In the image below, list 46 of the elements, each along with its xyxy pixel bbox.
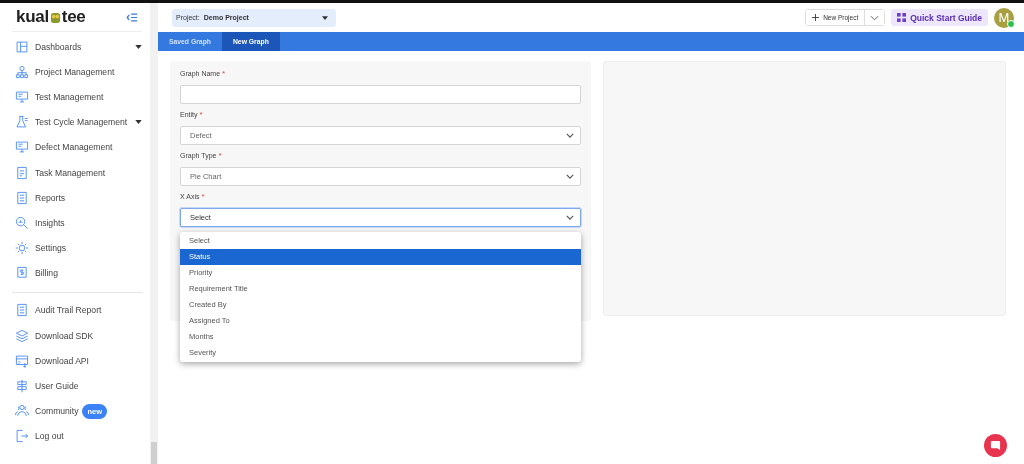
sidebar-item[interactable]: Log out (12, 423, 142, 449)
sidebar-item[interactable]: Test Management (12, 84, 142, 110)
sidebar-item[interactable]: Dashboards (12, 34, 142, 60)
caret-icon (322, 15, 328, 20)
dropdown-button[interactable] (864, 10, 885, 25)
sidebar-item[interactable]: Audit Trail Report (12, 297, 142, 324)
sidebar-item[interactable]: Download API (12, 348, 142, 374)
menu-icon (15, 64, 29, 79)
scrollbar-thumb[interactable] (151, 442, 157, 464)
menu-icon (15, 266, 29, 281)
menu-icon (15, 115, 29, 130)
sidebar-item[interactable]: Download SDK (12, 323, 142, 349)
sidebar-item[interactable]: Reports (12, 185, 142, 211)
quick-start-guide-button[interactable]: Quick Start Guide (891, 9, 988, 26)
menu-icon (15, 165, 29, 180)
menu-icon (15, 190, 29, 205)
chevron-icon (566, 215, 574, 220)
menu-icon (15, 241, 29, 256)
sidebar-item[interactable]: Billing (12, 260, 142, 286)
menu-icon (15, 379, 29, 394)
chat-icon (990, 440, 1001, 451)
sidebar-item[interactable]: User Guide (12, 373, 142, 399)
sidebar-item[interactable]: Task Management (12, 159, 142, 186)
menu-icon (15, 328, 29, 343)
chevron-icon (566, 133, 574, 138)
logo: kual tee (16, 7, 86, 27)
menu-icon (15, 303, 29, 318)
sidebar-item[interactable]: Project Management (12, 59, 142, 85)
menu-icon (15, 140, 29, 155)
chevron-icon (870, 14, 880, 21)
menu-icon (15, 215, 29, 230)
collapse-icon[interactable] (126, 12, 138, 22)
sidebar-item[interactable]: Defect Management (12, 134, 142, 160)
menu-icon (15, 404, 29, 419)
menu-icon (15, 39, 29, 54)
menu-icon (15, 89, 29, 104)
chat-button[interactable] (984, 434, 1007, 457)
sidebar-item[interactable]: Test Cycle Management (12, 109, 142, 135)
sidebar-item[interactable]: Settings (12, 235, 142, 261)
menu-icon (15, 429, 29, 444)
sidebar-item[interactable]: Insights (12, 210, 142, 236)
input-field[interactable] (180, 85, 581, 104)
menu-icon (15, 353, 29, 368)
grid-icon (897, 13, 907, 22)
plus-icon (812, 14, 820, 21)
chevron-icon (566, 174, 574, 179)
